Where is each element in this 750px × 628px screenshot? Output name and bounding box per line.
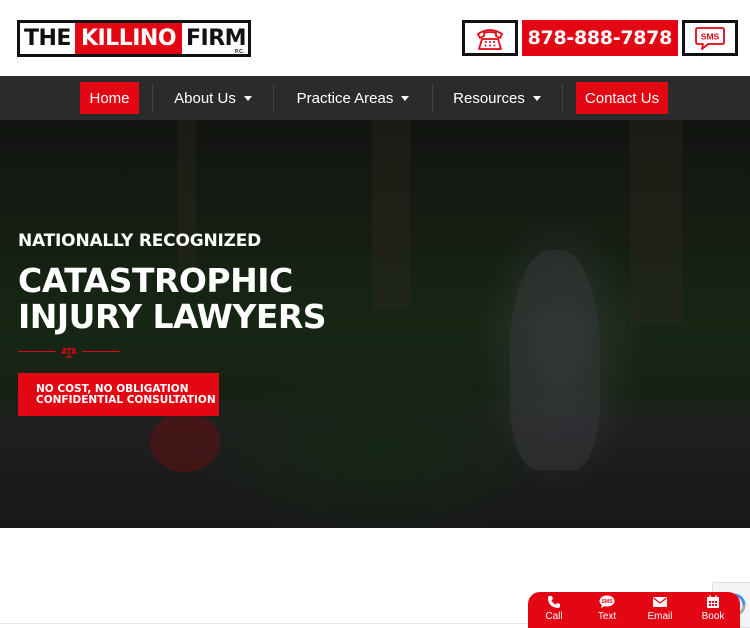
hero-headline: CATASTROPHIC INJURY LAWYERS (18, 261, 327, 336)
widget-call-button[interactable]: Call (532, 595, 576, 622)
widget-call-label: Call (545, 611, 563, 622)
nav-item-practice-areas[interactable]: Practice Areas (281, 82, 425, 114)
consultation-cta-button[interactable]: NO COST, NO OBLIGATION CONFIDENTIAL CONS… (18, 373, 219, 416)
nav-divider (432, 84, 433, 112)
envelope-icon (653, 597, 667, 607)
page: THE KILLINO FIRM P.C. 878-888-7878 SMS H… (0, 0, 750, 628)
hero-eyebrow: NATIONALLY RECOGNIZED (18, 231, 262, 251)
divider-line-right (82, 351, 120, 352)
nav-item-contact-us[interactable]: Contact Us (576, 82, 668, 114)
widget-email-label: Email (647, 611, 673, 622)
nav-item-home[interactable]: Home (80, 82, 139, 114)
nav-label-about-us: About Us (174, 89, 236, 107)
cta-line-2: CONFIDENTIAL CONSULTATION (36, 394, 216, 406)
widget-email-button[interactable]: Email (638, 595, 682, 622)
nav-item-about-us[interactable]: About Us (160, 82, 266, 114)
widget-book-button[interactable]: Book (691, 595, 735, 622)
nav-item-resources[interactable]: Resources (440, 82, 554, 114)
sms-bubble-label: SMS (701, 32, 720, 42)
logo-suffix: P.C. (234, 49, 245, 55)
nav-divider (273, 84, 274, 112)
hero-divider (18, 346, 120, 358)
widget-book-label: Book (701, 611, 725, 622)
widget-text-label: Text (597, 611, 617, 622)
caret-down-icon (243, 95, 252, 101)
sms-icon-label: SMS (602, 599, 614, 605)
logo-word-killino: KILLINO (74, 23, 183, 54)
sms-bubble-icon[interactable]: SMS (682, 20, 738, 56)
caret-down-icon (532, 95, 541, 101)
nav-label-home: Home (89, 89, 130, 107)
contact-widget: Call SMS Text Email Book (528, 592, 740, 628)
divider-line-left (18, 351, 56, 352)
widget-text-button[interactable]: SMS Text (585, 595, 629, 622)
hero-headline-line-2: INJURY LAWYERS (18, 297, 327, 336)
nav-label-contact-us: Contact Us (584, 89, 660, 107)
telephone-icon[interactable] (461, 20, 518, 56)
site-header: THE KILLINO FIRM P.C. 878-888-7878 SMS (0, 0, 750, 76)
hero-headline-line-1: CATASTROPHIC (18, 261, 293, 300)
hero-banner: NATIONALLY RECOGNIZED CATASTROPHIC INJUR… (0, 120, 750, 528)
nav-divider (152, 84, 153, 112)
nav-label-practice-areas: Practice Areas (296, 89, 394, 107)
sms-icon: SMS (599, 595, 615, 608)
logo-word-the: THE (24, 26, 71, 51)
site-logo[interactable]: THE KILLINO FIRM P.C. (17, 20, 252, 57)
nav-label-resources: Resources (453, 89, 525, 107)
phone-icon (548, 596, 560, 608)
header-contact-bar: 878-888-7878 SMS (461, 20, 738, 56)
caret-down-icon (401, 95, 410, 101)
main-nav: Home About Us Practice Areas Resources C… (0, 76, 750, 120)
header-phone-number[interactable]: 878-888-7878 (521, 20, 678, 56)
calendar-icon (707, 595, 719, 608)
nav-divider (562, 84, 563, 112)
scales-of-justice-icon (61, 347, 77, 358)
